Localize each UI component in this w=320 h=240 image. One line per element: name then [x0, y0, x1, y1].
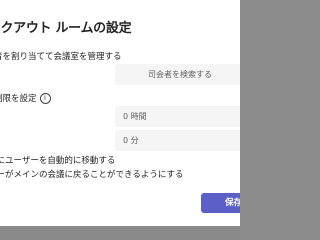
allow-return-label: ザーがメインの会議に戻ることができるようにする: [0, 170, 184, 180]
minutes-input[interactable]: 0 分: [115, 130, 240, 151]
backdrop-strip: [0, 226, 240, 240]
info-icon[interactable]: i: [39, 92, 51, 104]
time-limit-label-text: 制限を設定: [0, 94, 37, 104]
save-button[interactable]: 保存: [201, 193, 240, 213]
dialog-title: イクアウト ルームの設定: [0, 21, 132, 36]
presenter-search-input[interactable]: 司会者を検索する: [115, 64, 240, 85]
breakout-room-settings-dialog: イクアウト ルームの設定 者を割り当てて会議室を管理する 司会者を検索する 制限…: [0, 0, 240, 226]
assign-presenters-label: 者を割り当てて会議室を管理する: [0, 52, 122, 62]
auto-move-users-label: 室にユーザーを自動的に移動する: [0, 156, 116, 166]
time-limit-label: 制限を設定 i: [0, 92, 51, 104]
hours-input[interactable]: 0 時間: [115, 106, 240, 127]
